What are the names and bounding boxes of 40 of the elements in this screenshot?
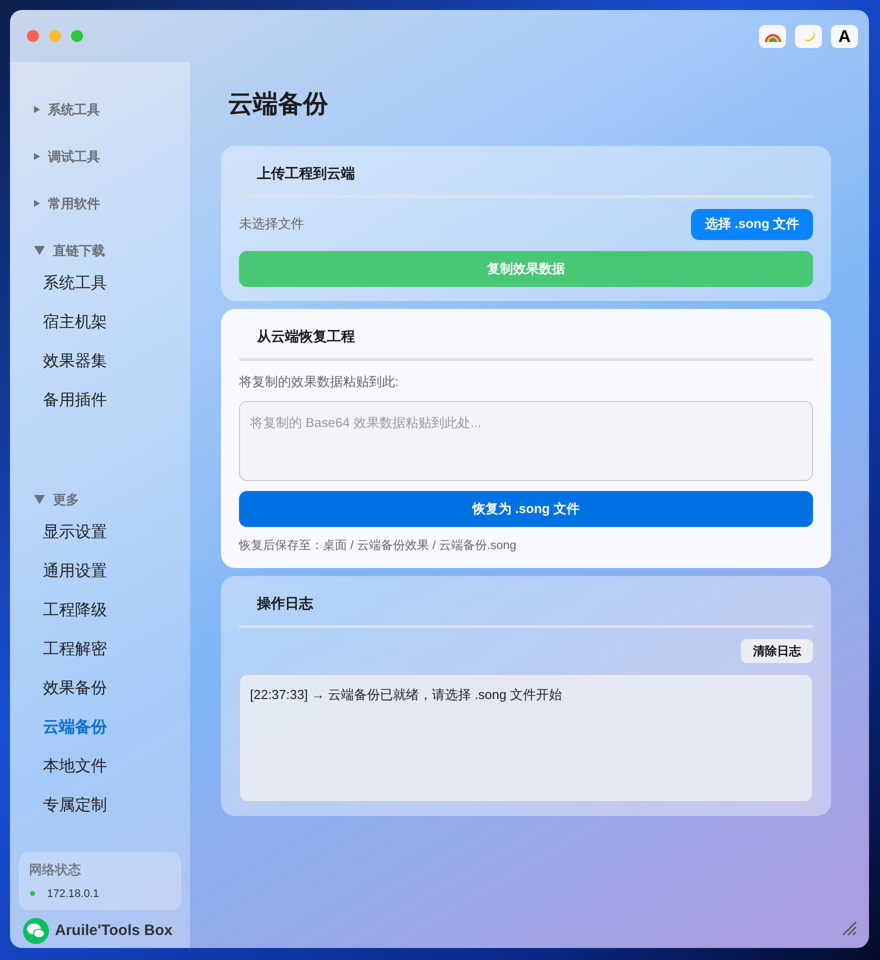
file-status: 未选择文件: [239, 215, 304, 234]
choose-file-button[interactable]: 选择 .song 文件: [691, 208, 813, 240]
sidebar-item[interactable]: 备用插件: [19, 381, 181, 420]
sidebar-item[interactable]: 工程降级: [19, 591, 181, 630]
sidebar-item[interactable]: 本地文件: [19, 747, 181, 786]
close-button[interactable]: [27, 30, 39, 42]
caret-right-icon: [34, 153, 40, 160]
card-title: 操作日志: [256, 594, 314, 613]
sidebar-group-header[interactable]: 常用软件: [19, 180, 181, 227]
card-title: 从云端恢复工程: [256, 326, 356, 346]
sidebar-item[interactable]: 工程解密: [19, 630, 181, 669]
sidebar-group-header[interactable]: 调试工具: [19, 133, 181, 180]
paste-field[interactable]: 将复制的 Base64 效果数据粘贴到此处...: [239, 401, 813, 481]
brand-name: Aruile'Tools Box: [55, 920, 172, 941]
sidebar-group-header[interactable]: 系统工具: [19, 86, 181, 133]
sidebar-item[interactable]: 效果备份: [19, 669, 181, 708]
font-button[interactable]: A: [831, 24, 858, 48]
clear-log-button[interactable]: 清除日志: [741, 639, 813, 663]
paste-label: 将复制的效果数据粘贴到此:: [239, 372, 400, 390]
save-path-note: 恢复后保存至：桌面 / 云端备份效果 / 云端备份.song: [239, 537, 518, 554]
theme-button[interactable]: [759, 24, 786, 48]
caret-right-icon: [34, 200, 40, 207]
resize-grip-icon[interactable]: [841, 920, 857, 936]
log-entry: [22:37:33] → 云端备份已就绪，请选择 .song 文件开始: [250, 686, 564, 704]
maximize-button[interactable]: [71, 30, 83, 42]
caret-right-icon: [34, 106, 40, 113]
page-title: 云端备份: [227, 89, 329, 120]
card-title: 上传工程到云端: [256, 164, 356, 182]
ip-address: 172.18.0.1: [47, 886, 99, 902]
sidebar-item[interactable]: 效果器集: [19, 342, 181, 381]
dark-mode-button[interactable]: [795, 24, 822, 48]
sidebar-item[interactable]: 专属定制: [19, 786, 181, 825]
sidebar-item[interactable]: 通用设置: [19, 552, 181, 591]
network-status-title: 网络状态: [29, 861, 82, 879]
restore-button[interactable]: 恢复为 .song 文件: [239, 491, 813, 527]
caret-down-icon: [34, 246, 45, 255]
caret-down-icon: [34, 495, 45, 504]
chat-logo-icon: [23, 918, 49, 944]
minimize-button[interactable]: [49, 30, 61, 42]
sidebar-item[interactable]: 宿主机架: [19, 303, 181, 342]
